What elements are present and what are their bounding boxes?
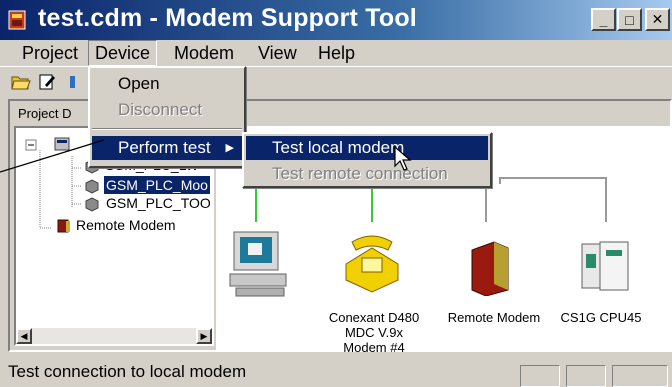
device-label-conexant: Conexant D480 MDC V.9x Modem #4 (328, 310, 420, 355)
menu-item-perform-test[interactable]: Perform test ▶ (92, 136, 242, 160)
modem-icon (85, 179, 99, 194)
status-panel-3 (612, 365, 668, 387)
maximize-icon: □ (625, 11, 634, 28)
computer-icon (229, 231, 287, 297)
app-window: test.cdm - Modem Support Tool _ □ ✕ Proj… (0, 0, 672, 387)
menu-item-open[interactable]: Open (92, 72, 242, 96)
close-icon: ✕ (651, 11, 664, 27)
device-menu: Open Disconnect Perform test ▶ (88, 66, 246, 168)
menu-help[interactable]: Help (312, 40, 361, 66)
telephone-modem-icon (345, 235, 399, 293)
menu-item-disconnect[interactable]: Disconnect (92, 98, 242, 122)
arrow-right-icon: ▶ (200, 330, 208, 341)
tree-node-remote-modem[interactable]: Remote Modem (76, 216, 176, 234)
device-label-cs1g: CS1G CPU45 (560, 310, 642, 325)
scroll-left-button[interactable]: ◀ (16, 328, 32, 344)
menu-modem[interactable]: Modem (168, 40, 240, 66)
status-panel-1 (520, 365, 560, 387)
menu-item-test-local-modem[interactable]: Test local modem (246, 136, 488, 160)
tree-node-gsm-plc-moo[interactable]: GSM_PLC_Moo (104, 176, 210, 194)
perform-test-submenu: Test local modem Test remote connection (242, 132, 492, 188)
menu-separator (92, 128, 242, 130)
remote-modem-icon (57, 219, 70, 233)
mouse-pointer-icon (394, 146, 412, 171)
tree-node-gsm-plc-too[interactable]: GSM_PLC_TOO (106, 194, 211, 212)
status-panel-2 (566, 365, 606, 387)
menu-view[interactable]: View (252, 40, 303, 66)
minimize-icon: _ (599, 11, 608, 28)
device-label-remote-modem: Remote Modem (447, 310, 541, 325)
tree-horizontal-scrollbar[interactable]: ◀ ▶ (16, 328, 212, 344)
modem-icon (85, 197, 99, 212)
perform-test-label: Perform test (118, 138, 211, 157)
plc-icon (581, 241, 629, 291)
callout-line (0, 139, 105, 173)
close-button[interactable]: ✕ (645, 8, 670, 31)
status-bar: Test connection to local modem (0, 357, 672, 387)
menu-item-test-remote-connection[interactable]: Test remote connection (246, 162, 488, 186)
arrow-left-icon: ◀ (20, 330, 28, 341)
remote-modem-icon (471, 241, 509, 296)
status-text: Test connection to local modem (8, 362, 247, 381)
maximize-button[interactable]: □ (617, 8, 642, 31)
minimize-button[interactable]: _ (591, 8, 616, 31)
submenu-arrow-icon: ▶ (225, 142, 234, 154)
scroll-right-button[interactable]: ▶ (196, 328, 212, 344)
